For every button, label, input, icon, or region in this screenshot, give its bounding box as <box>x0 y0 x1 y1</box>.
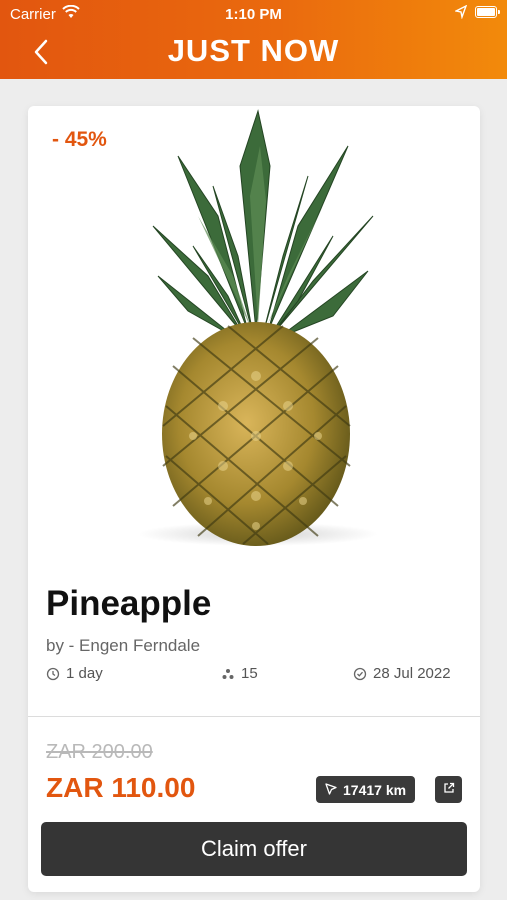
discounted-price: ZAR 110.00 <box>46 772 196 803</box>
navigation-arrow-icon <box>325 782 337 798</box>
calendar-check-icon <box>353 667 367 681</box>
stack-icon <box>221 667 235 681</box>
quantity-value: 15 <box>241 665 258 682</box>
date-value: 28 Jul 2022 <box>373 665 451 682</box>
product-title: Pineapple <box>46 584 212 623</box>
external-link-button[interactable] <box>435 776 462 803</box>
discount-badge: - 45% <box>52 128 107 151</box>
divider <box>28 716 480 717</box>
claim-offer-button[interactable]: Claim offer <box>41 822 467 876</box>
brand-title: JUST NOW <box>167 33 340 68</box>
status-time: 1:10 PM <box>225 6 282 23</box>
app-header: Carrier 1:10 PM JUST NOW <box>0 0 507 79</box>
duration-info: 1 day <box>46 665 103 682</box>
location-arrow-icon <box>453 4 468 23</box>
battery-icon <box>475 6 500 18</box>
external-link-icon <box>443 781 455 799</box>
status-bar: Carrier 1:10 PM <box>0 0 507 28</box>
distance-value: 17417 km <box>343 781 407 798</box>
original-price: ZAR 200.00 <box>46 741 153 763</box>
offer-card: - 45% Pineapple by - Engen Ferndale 1 da… <box>28 106 480 892</box>
product-image <box>118 106 388 556</box>
clock-icon <box>46 667 60 681</box>
distance-badge[interactable]: 17417 km <box>316 776 416 803</box>
date-info: 28 Jul 2022 <box>353 665 451 682</box>
vendor-label: by - Engen Ferndale <box>46 636 201 655</box>
duration-value: 1 day <box>66 665 103 682</box>
quantity-info: 15 <box>221 665 258 682</box>
